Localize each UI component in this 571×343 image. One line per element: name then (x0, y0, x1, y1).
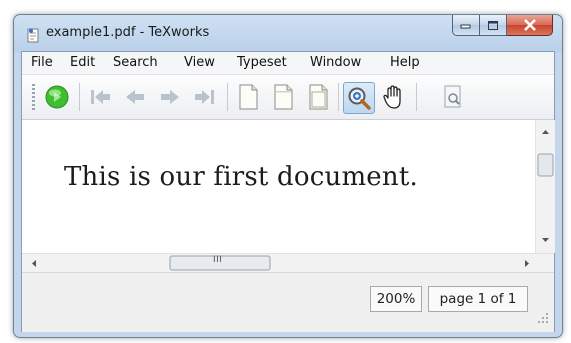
minimize-icon (460, 24, 471, 29)
status-bar: 200% page 1 of 1 (22, 272, 554, 332)
menu-view[interactable]: View (184, 55, 215, 70)
pdf-page-view[interactable]: This is our first document. (22, 120, 535, 253)
next-page-button[interactable] (155, 82, 185, 112)
toolbar-separator (227, 83, 228, 111)
previous-page-icon (126, 90, 144, 104)
find-button[interactable] (437, 82, 467, 112)
close-icon (523, 19, 536, 31)
toolbar-separator (338, 83, 339, 111)
toolbar-separator (79, 83, 80, 111)
horizontal-scrollbar-graphics (32, 255, 529, 271)
menu-window[interactable]: Window (310, 55, 361, 70)
toolbar-separator (416, 83, 417, 111)
document-text: This is our first document. (64, 162, 418, 192)
next-page-icon (161, 90, 179, 104)
typeset-button[interactable] (42, 82, 72, 112)
vertical-scroll-thumb (537, 153, 554, 177)
find-icon (444, 85, 461, 108)
close-button[interactable] (507, 15, 553, 36)
minimize-button[interactable] (452, 15, 480, 36)
magnify-icon (348, 87, 371, 110)
first-page-button[interactable] (85, 82, 115, 112)
last-page-button[interactable] (190, 82, 220, 112)
menu-file[interactable]: File (31, 55, 53, 70)
app-window: example1.pdf - TeXworks File Edit Search… (13, 14, 563, 338)
fit-width-button[interactable] (268, 82, 298, 112)
first-page-icon (91, 90, 110, 104)
magnify-tool-button[interactable] (343, 82, 375, 114)
last-page-icon (195, 90, 214, 104)
window-title: example1.pdf - TeXworks (46, 25, 210, 40)
fit-width-icon (274, 84, 293, 110)
client-area: File Edit Search View Typeset Window Hel… (21, 51, 555, 332)
fit-window-icon (309, 84, 328, 110)
page-indicator: page 1 of 1 (428, 286, 528, 312)
vertical-scrollbar-graphics (537, 130, 554, 242)
toolbar-grip[interactable] (32, 84, 35, 110)
maximize-icon (488, 20, 498, 30)
resize-grip-icon[interactable] (536, 311, 550, 325)
hand-tool-button[interactable] (379, 82, 409, 112)
actual-size-icon (239, 84, 258, 110)
menu-search[interactable]: Search (113, 55, 158, 70)
scroll-left-arrow-icon (32, 260, 36, 267)
maximize-button[interactable] (480, 15, 507, 36)
menu-bar: File Edit Search View Typeset Window Hel… (22, 52, 554, 75)
title-bar[interactable]: example1.pdf - TeXworks (14, 15, 562, 51)
zoom-level: 200% (370, 286, 422, 312)
vertical-scrollbar[interactable] (535, 120, 555, 253)
texworks-app-icon[interactable] (26, 27, 40, 43)
menu-typeset[interactable]: Typeset (237, 55, 287, 70)
toolbar (22, 75, 554, 120)
fit-window-button[interactable] (303, 82, 333, 112)
scroll-right-arrow-icon (525, 260, 529, 267)
scroll-up-arrow-icon (542, 130, 549, 134)
actual-size-button[interactable] (233, 82, 263, 112)
previous-page-button[interactable] (120, 82, 150, 112)
hand-scroll-icon (383, 85, 401, 109)
scroll-thumb-grip: III (213, 255, 223, 265)
menu-edit[interactable]: Edit (70, 55, 95, 70)
horizontal-scrollbar[interactable]: III (22, 253, 554, 272)
typeset-run-icon (45, 85, 69, 109)
window-controls (452, 15, 553, 36)
scroll-down-arrow-icon (542, 238, 549, 242)
menu-help[interactable]: Help (390, 55, 420, 70)
